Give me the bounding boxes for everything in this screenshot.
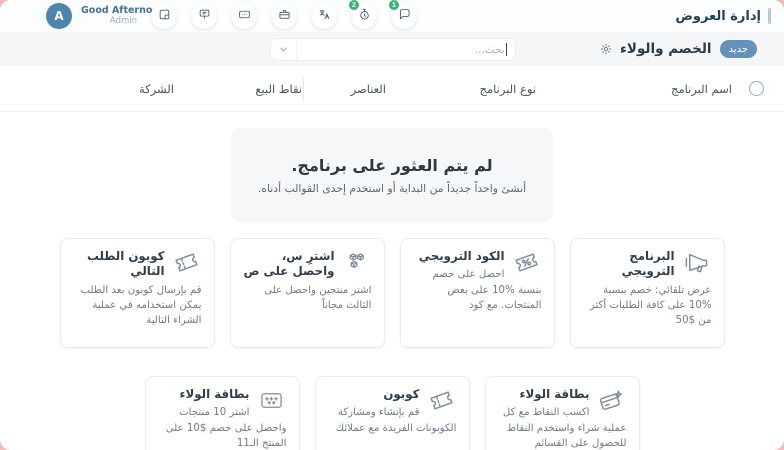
settings-gear-icon[interactable] — [600, 43, 612, 55]
accent-bar — [768, 8, 771, 24]
page-head: إدارة العروض — [675, 0, 771, 32]
table-header-row: اسم البرنامج نوع البرنامج العناصر نقاط ا… — [0, 66, 784, 112]
search-placeholder: بحث... — [475, 44, 505, 56]
section-title: الخصم والولاء — [620, 41, 712, 57]
template-card-description: قم بإرسال كوبون بعد الطلب يمكن استخدامه … — [73, 283, 202, 329]
avatar[interactable]: A — [46, 3, 72, 29]
presentation-icon — [198, 8, 211, 24]
app-window: A Good Afternoon Admin 2 — [0, 0, 784, 450]
page-title: إدارة العروض — [675, 9, 761, 24]
column-header-pos[interactable]: نقاط البيع — [255, 82, 302, 96]
ticket-percent-icon — [512, 249, 542, 279]
timer-icon — [358, 8, 371, 24]
search-input[interactable]: بحث... — [297, 39, 515, 60]
column-header-program-name[interactable]: اسم البرنامج — [671, 82, 732, 96]
template-cards-row2: بطاقة الولاء اكسب النقاط مع كل عملية شرا… — [0, 376, 784, 450]
ticket-icon — [427, 387, 457, 417]
empty-state: لم يتم العثور على برنامج. أنشئ واحداً جد… — [231, 128, 553, 223]
empty-state-subtitle: أنشئ واحداً جديداً من البداية أو استخدم … — [258, 182, 526, 195]
megaphone-icon — [682, 249, 712, 279]
text-cursor — [506, 43, 507, 56]
topbar-icon-row: 2 1 — [151, 3, 417, 29]
shop-icon — [278, 8, 291, 24]
card-icon — [238, 8, 251, 24]
template-card-description: اشتر منتجين واحصل على الثالث مجاناً — [243, 283, 372, 314]
toolbar: بحث... الخصم والولاء جديد — [0, 33, 784, 66]
timers-button[interactable]: 2 — [351, 3, 377, 29]
empty-state-title: لم يتم العثور على برنامج. — [291, 156, 492, 175]
template-card-promo-code[interactable]: الكود الترويجي احصل على خصم بنسبة %10 عل… — [400, 238, 555, 348]
language-button[interactable] — [311, 3, 337, 29]
column-header-program-type[interactable]: نوع البرنامج — [480, 82, 536, 96]
ticket-icon — [172, 249, 202, 279]
store-button[interactable] — [271, 3, 297, 29]
template-card-buy-x-get-y[interactable]: اشترِ س، واحصل على ص اشتر منتجين واحصل ع… — [230, 238, 385, 348]
notes-button[interactable] — [151, 3, 177, 29]
template-card-promo-program[interactable]: البرنامج الترويجي عرض تلقائي: خصم بنسبة … — [570, 238, 725, 348]
new-program-button[interactable]: جديد — [720, 40, 757, 58]
cards-button[interactable] — [231, 3, 257, 29]
section-header: الخصم والولاء جديد — [600, 33, 757, 65]
user-role: Admin — [81, 17, 137, 27]
stamp-card-icon — [257, 387, 287, 417]
display-button[interactable] — [191, 3, 217, 29]
select-all-radio[interactable] — [749, 81, 764, 96]
template-card-coupon[interactable]: كوبون قم بإنشاء ومشاركة الكوبونات الفريد… — [315, 376, 470, 450]
template-cards-row1: البرنامج الترويجي عرض تلقائي: خصم بنسبة … — [0, 238, 784, 348]
template-card-next-order-coupon[interactable]: كوبون الطلب التالي قم بإرسال كوبون بعد ا… — [60, 238, 215, 348]
column-header-items[interactable]: العناصر — [351, 82, 386, 96]
cubes-icon — [342, 249, 372, 279]
template-card-stamp-card[interactable]: بطاقة الولاء اشتر 10 منتجات واحصل على خص… — [145, 376, 300, 450]
greeting-text: Good Afternoon — [81, 6, 137, 17]
chat-icon — [398, 8, 411, 24]
column-header-company[interactable]: الشركة — [139, 82, 174, 96]
translate-icon — [318, 8, 331, 24]
note-icon — [158, 8, 171, 24]
search-box[interactable]: بحث... — [270, 38, 516, 61]
greeting-block: Good Afternoon Admin — [81, 6, 137, 27]
column-divider — [303, 77, 304, 100]
template-card-description: عرض تلقائي: خصم بنسبة %10 على كافة الطلب… — [583, 283, 712, 329]
chevron-down-icon[interactable] — [271, 39, 297, 60]
messages-button[interactable]: 1 — [391, 3, 417, 29]
topbar: A Good Afternoon Admin 2 — [0, 0, 784, 33]
card-star-icon — [597, 387, 627, 417]
template-card-loyalty-points[interactable]: بطاقة الولاء اكسب النقاط مع كل عملية شرا… — [485, 376, 640, 450]
avatar-letter: A — [54, 9, 63, 23]
